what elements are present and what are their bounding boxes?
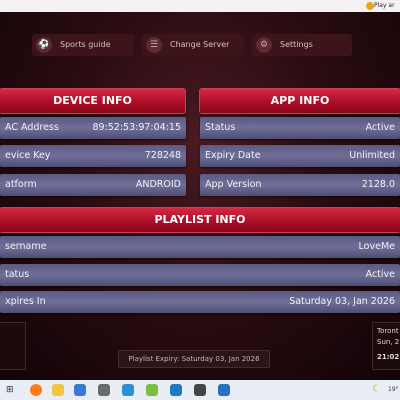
device-info-header: DEVICE INFO: [0, 89, 185, 113]
change-server-label: Change Server: [170, 40, 230, 49]
app-version-row: App Version 2128.0: [200, 174, 400, 196]
row-key: xpires In: [5, 296, 46, 307]
media-icon[interactable]: [194, 384, 206, 396]
mail-icon[interactable]: [218, 384, 230, 396]
gear-icon: ⚙: [256, 37, 272, 53]
row-value: Active: [365, 269, 395, 280]
row-value: 2128.0: [361, 179, 395, 190]
settings-button[interactable]: ⚙ Settings: [252, 34, 352, 56]
playlist-expiry-footer: Playlist Expiry: Saturday 03, Jan 2026: [118, 350, 270, 368]
change-server-button[interactable]: ☰ Change Server: [142, 34, 244, 56]
row-value: 89:52:53:97:04:15: [92, 122, 181, 133]
platform-row: atform ANDROID: [0, 174, 186, 196]
row-key: App Version: [205, 179, 262, 190]
file-explorer-icon[interactable]: [52, 384, 64, 396]
status-row: Status Active: [200, 117, 400, 139]
row-key: tatus: [5, 269, 30, 280]
username-row: sername LoveMe: [0, 236, 400, 258]
top-status-strip: Play ar: [0, 0, 400, 12]
clock-time: 21:02: [377, 353, 400, 361]
top-strip-text: Play ar: [374, 2, 395, 9]
playlist-status-row: tatus Active: [0, 264, 400, 286]
edge-icon[interactable]: [122, 384, 134, 396]
clock-city: Toront: [377, 327, 399, 335]
mac-address-row: AC Address 89:52:53:97:04:15: [0, 117, 186, 139]
playlist-info-header: PLAYLIST INFO: [0, 208, 400, 232]
weather-temp: 19°: [388, 386, 399, 393]
device-key-row: evice Key 728248: [0, 145, 186, 167]
row-key: sername: [5, 241, 47, 252]
row-key: atform: [5, 179, 37, 190]
browser-icon[interactable]: [170, 384, 182, 396]
row-value: Saturday 03, Jan 2026: [289, 296, 395, 307]
row-value: 728248: [144, 150, 181, 161]
clock-date: Sun, 2: [377, 338, 400, 346]
sports-guide-label: Sports guide: [60, 40, 111, 49]
store-icon[interactable]: [74, 384, 86, 396]
channel-preview-left: [0, 322, 26, 370]
soccer-ball-icon: ⚽: [36, 37, 52, 53]
clock-widget: Toront Sun, 2 21:02: [372, 322, 400, 370]
app-info-header: APP INFO: [200, 89, 400, 113]
settings-label: Settings: [280, 40, 313, 49]
firefox-icon[interactable]: [30, 384, 42, 396]
start-icon[interactable]: ⊞: [6, 384, 18, 396]
row-key: Expiry Date: [205, 150, 261, 161]
weather-moon-icon: ☾: [372, 384, 381, 395]
app-badge-icon: [366, 2, 374, 10]
app-background: [0, 12, 400, 380]
emulator-icon[interactable]: [146, 384, 158, 396]
row-value: Unlimited: [349, 150, 395, 161]
row-key: evice Key: [5, 150, 51, 161]
expires-in-row: xpires In Saturday 03, Jan 2026: [0, 291, 400, 313]
row-value: LoveMe: [358, 241, 395, 252]
expiry-date-row: Expiry Date Unlimited: [200, 145, 400, 167]
app-icon[interactable]: [98, 384, 110, 396]
row-value: ANDROID: [135, 179, 181, 190]
row-value: Active: [365, 122, 395, 133]
row-key: AC Address: [5, 122, 59, 133]
sports-guide-button[interactable]: ⚽ Sports guide: [32, 34, 134, 56]
taskbar: ⊞ ☾ 19°: [0, 380, 400, 400]
row-key: Status: [205, 122, 236, 133]
list-icon: ☰: [146, 37, 162, 53]
